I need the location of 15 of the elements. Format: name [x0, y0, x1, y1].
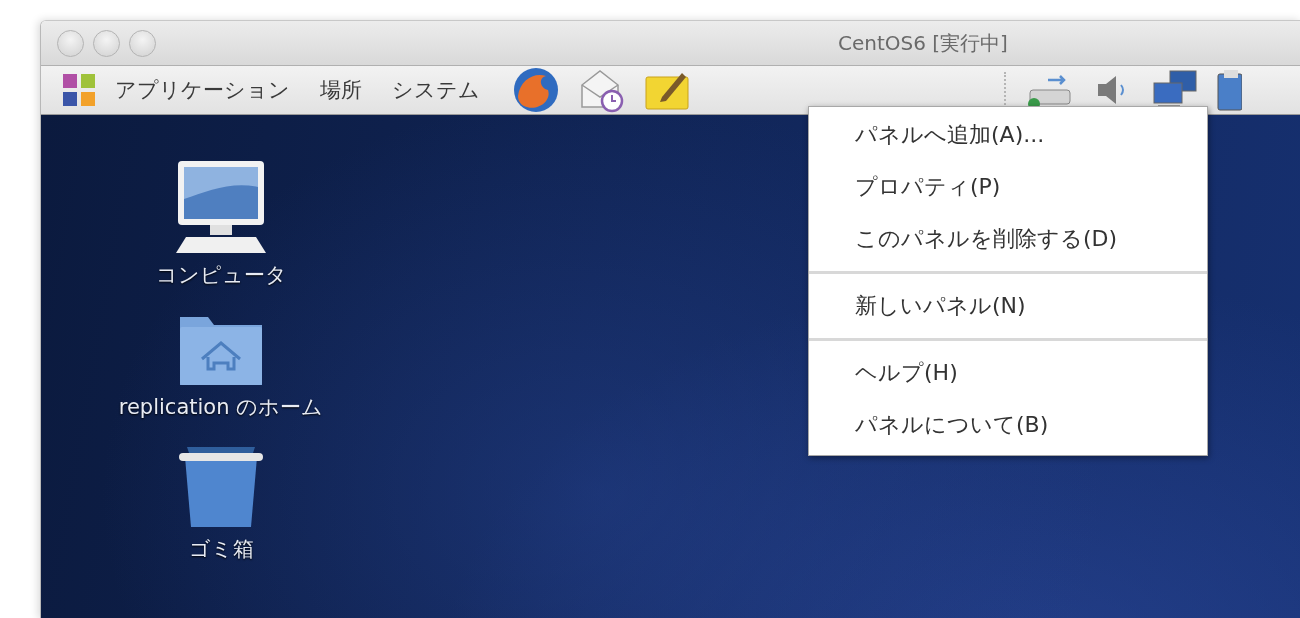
- menu-item[interactable]: ヘルプ(H): [809, 347, 1207, 399]
- panel-menu[interactable]: システム: [392, 72, 480, 108]
- window-title: CentOS6 [実行中]: [838, 29, 1008, 57]
- menu-item[interactable]: プロパティ(P): [809, 161, 1207, 213]
- panel-menu[interactable]: アプリケーション: [115, 72, 290, 108]
- desktop-icon-label[interactable]: replication のホーム: [118, 393, 324, 421]
- panel-menu[interactable]: 場所: [320, 72, 362, 108]
- menu-item[interactable]: このパネルを削除する(D): [809, 213, 1207, 265]
- desktop-icon-label[interactable]: ゴミ箱: [188, 535, 254, 563]
- menu-item[interactable]: パネルへ追加(A)...: [809, 109, 1207, 161]
- mail-clock-icon[interactable]: [578, 67, 626, 113]
- menu-item[interactable]: パネルについて(B): [809, 399, 1207, 451]
- desktop-icon-label[interactable]: コンピュータ: [155, 261, 287, 289]
- clipboard-icon[interactable]: [1216, 68, 1242, 112]
- menu-item[interactable]: 新しいパネル(N): [809, 280, 1207, 332]
